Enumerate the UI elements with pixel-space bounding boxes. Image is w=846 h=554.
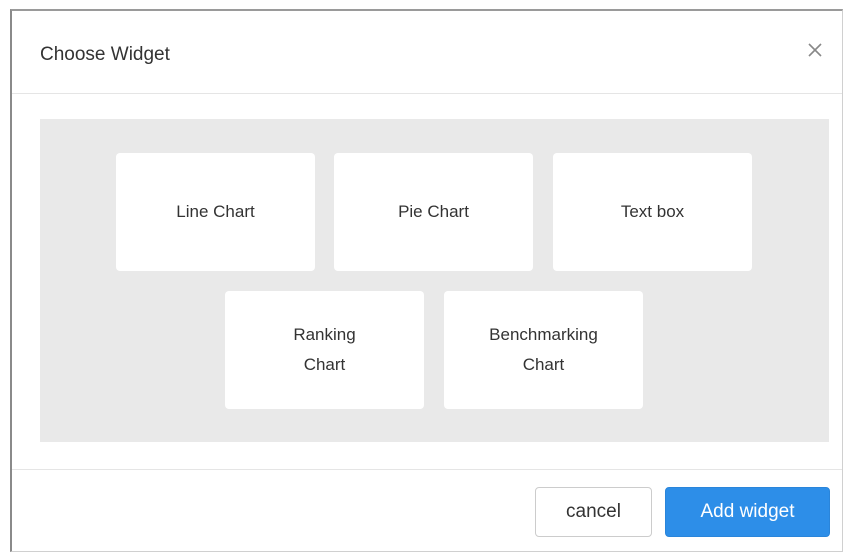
cancel-button[interactable]: cancel [535,487,652,537]
widget-pie-chart[interactable]: Pie Chart [334,153,533,271]
widget-ranking-chart[interactable]: Ranking Chart [225,291,424,409]
close-icon[interactable] [806,41,824,59]
widget-line-chart[interactable]: Line Chart [116,153,315,271]
widget-grid: Line Chart Pie Chart Text box Ranking Ch… [40,119,829,442]
widget-text-box[interactable]: Text box [553,153,752,271]
dialog-header: Choose Widget [12,11,842,94]
dialog-title: Choose Widget [40,44,170,65]
widget-benchmarking-chart[interactable]: Benchmarking Chart [444,291,643,409]
choose-widget-dialog: Choose Widget Line Chart Pie Chart Text … [10,9,843,552]
dialog-footer-divider [12,469,842,471]
add-widget-button[interactable]: Add widget [665,487,830,537]
